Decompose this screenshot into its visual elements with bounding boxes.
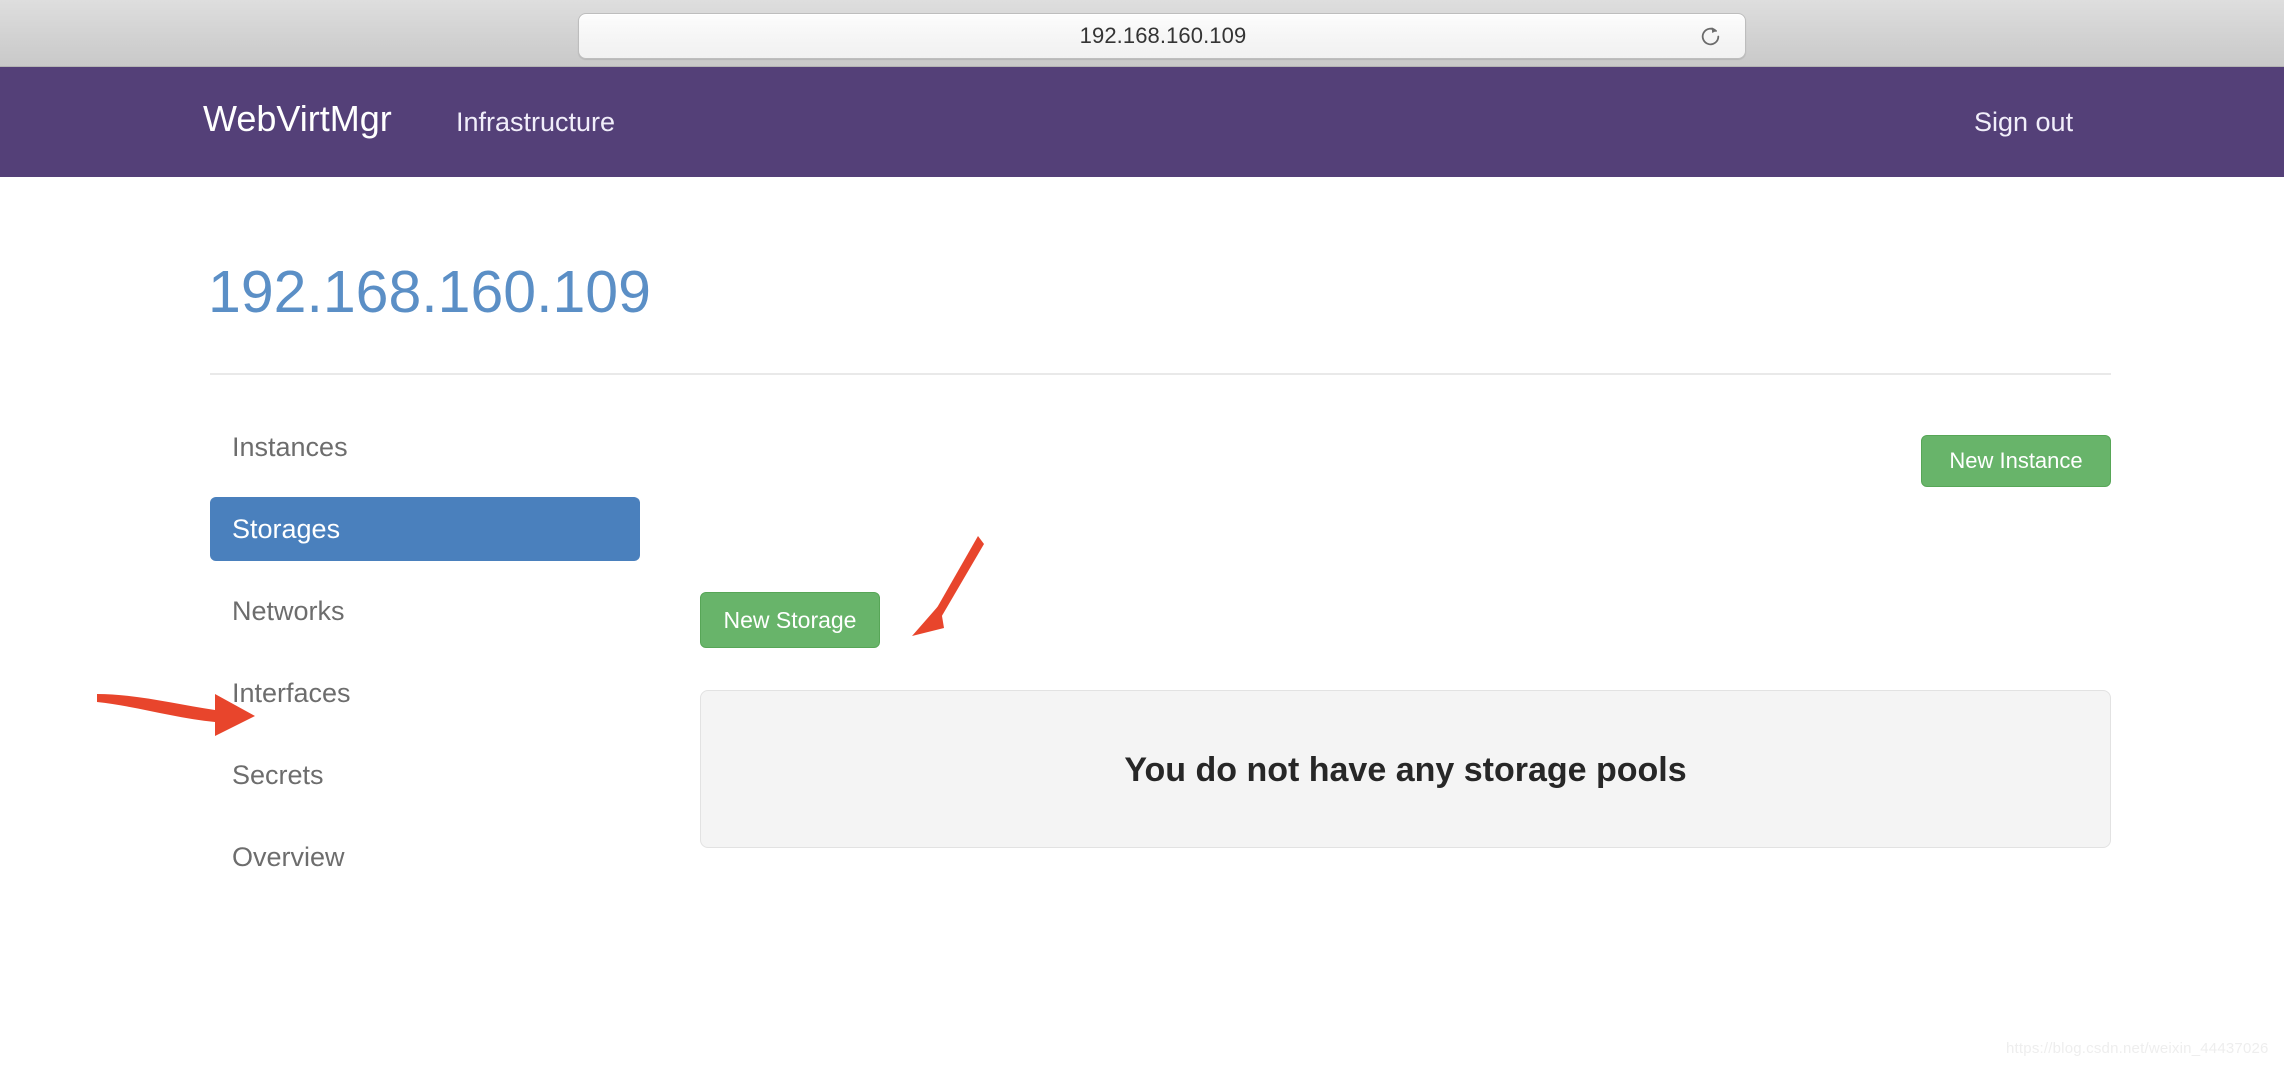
screen: 192.168.160.109 WebVirtMgr Infrastructur… xyxy=(0,0,2284,1068)
page-title: 192.168.160.109 xyxy=(208,259,651,325)
address-bar-url[interactable]: 192.168.160.109 xyxy=(579,14,1747,58)
sidebar: Instances Storages Networks Interfaces S… xyxy=(210,415,640,907)
new-storage-button[interactable]: New Storage xyxy=(700,592,880,648)
navbar: WebVirtMgr Infrastructure Sign out xyxy=(0,67,2284,177)
storage-pools-empty-panel: You do not have any storage pools xyxy=(700,690,2111,848)
sidebar-item-instances[interactable]: Instances xyxy=(210,415,640,479)
sidebar-item-networks[interactable]: Networks xyxy=(210,579,640,643)
browser-chrome: 192.168.160.109 xyxy=(0,0,2284,67)
empty-state-message: You do not have any storage pools xyxy=(1124,751,1687,789)
page-content: 192.168.160.109 New Instance Instances S… xyxy=(0,177,2284,1068)
header-divider xyxy=(210,373,2111,375)
sidebar-item-secrets[interactable]: Secrets xyxy=(210,743,640,807)
sign-out-link[interactable]: Sign out xyxy=(1974,105,2073,139)
sidebar-item-overview[interactable]: Overview xyxy=(210,825,640,889)
new-instance-button[interactable]: New Instance xyxy=(1921,435,2111,487)
nav-link-infrastructure[interactable]: Infrastructure xyxy=(456,105,615,139)
watermark-text: https://blog.csdn.net/weixin_44437026 xyxy=(2006,1040,2269,1057)
sidebar-item-interfaces[interactable]: Interfaces xyxy=(210,661,640,725)
reload-icon[interactable] xyxy=(1698,24,1723,49)
sidebar-item-storages[interactable]: Storages xyxy=(210,497,640,561)
brand-logo[interactable]: WebVirtMgr xyxy=(203,97,392,141)
address-bar[interactable]: 192.168.160.109 xyxy=(578,13,1746,59)
navbar-inner: WebVirtMgr Infrastructure Sign out xyxy=(0,67,2284,177)
